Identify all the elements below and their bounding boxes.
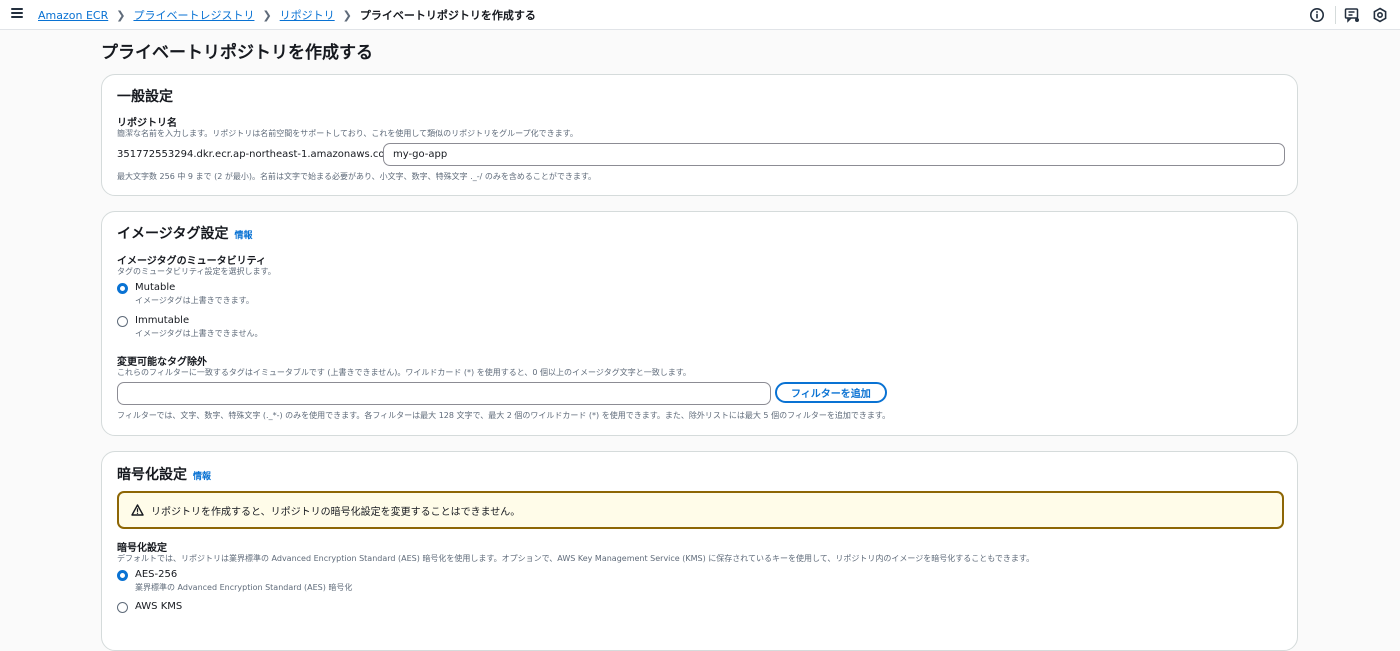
feedback-icon[interactable] xyxy=(1344,7,1360,23)
breadcrumb-private-registry[interactable]: プライベートレジストリ xyxy=(133,7,254,23)
general-settings-title: 一般設定 xyxy=(117,86,173,106)
tag-filter-input[interactable] xyxy=(117,382,771,405)
divider xyxy=(1335,6,1336,24)
radio-button-immutable[interactable] xyxy=(117,316,128,327)
breadcrumb: Amazon ECR ❯ プライベートレジストリ ❯ リポジトリ ❯ プライベー… xyxy=(38,7,536,23)
repository-name-hint: 最大文字数 256 中 9 まで (2 が最小)。名前は文字で始まる必要があり、… xyxy=(117,172,597,181)
tag-exclusion-label: 変更可能なタグ除外 xyxy=(117,357,207,368)
image-tag-settings-heading: イメージタグ設定 xyxy=(117,226,229,242)
radio-label-aes-256: AES-256 xyxy=(135,569,178,580)
page-title: プライベートリポジトリを作成する xyxy=(101,43,373,63)
repository-name-description: 簡潔な名前を入力します。リポジトリは名前空間をサポートしており、これを使用して類… xyxy=(117,129,578,138)
radio-label-mutable: Mutable xyxy=(135,282,176,293)
repository-name-input[interactable]: my-go-app xyxy=(383,143,1285,166)
radio-aws-kms[interactable]: AWS KMS xyxy=(117,601,182,613)
radio-button-aes-256[interactable] xyxy=(117,570,128,581)
image-tag-settings-card: イメージタグ設定 情報 イメージタグのミュータビリティ タグのミュータビリティ設… xyxy=(101,211,1298,436)
general-settings-heading: 一般設定 xyxy=(117,89,173,105)
radio-desc-aes-256: 業界標準の Advanced Encryption Standard (AES)… xyxy=(135,583,353,592)
encryption-settings-heading: 暗号化設定 xyxy=(117,467,187,483)
chevron-right-icon: ❯ xyxy=(262,8,272,22)
encryption-warning-alert: リポジトリを作成すると、リポジトリの暗号化設定を変更することはできません。 xyxy=(117,491,1284,529)
radio-label-aws-kms: AWS KMS xyxy=(135,601,183,612)
repository-uri-prefix: 351772553294.dkr.ecr.ap-northeast-1.amaz… xyxy=(117,149,398,160)
breadcrumb-amazon-ecr[interactable]: Amazon ECR xyxy=(38,9,108,22)
add-filter-button[interactable]: フィルターを追加 xyxy=(775,382,887,403)
chevron-right-icon: ❯ xyxy=(342,8,352,22)
radio-aes-256[interactable]: AES-256 業界標準の Advanced Encryption Standa… xyxy=(117,569,352,593)
warning-icon xyxy=(131,504,144,516)
encryption-settings-card: 暗号化設定 情報 リポジトリを作成すると、リポジトリの暗号化設定を変更することは… xyxy=(101,451,1298,651)
tag-exclusion-description: これらのフィルターに一致するタグはイミュータブルです (上書きできません)。ワイ… xyxy=(117,368,691,377)
radio-immutable[interactable]: Immutable イメージタグは上書きできません。 xyxy=(117,315,262,339)
radio-mutable[interactable]: Mutable イメージタグは上書きできます。 xyxy=(117,282,254,306)
breadcrumb-current: プライベートリポジトリを作成する xyxy=(359,9,536,22)
repository-name-label: リポジトリ名 xyxy=(117,118,177,129)
tag-filter-hint: フィルターでは、文字、数字、特殊文字 (._*-) のみを使用できます。各フィル… xyxy=(117,411,891,420)
encryption-description: デフォルトでは、リポジトリは業界標準の Advanced Encryption … xyxy=(117,554,1035,563)
image-tag-settings-title: イメージタグ設定 情報 xyxy=(117,223,252,243)
encryption-label: 暗号化設定 xyxy=(117,543,167,554)
info-circle-icon[interactable] xyxy=(1309,7,1325,23)
settings-icon[interactable] xyxy=(1372,7,1388,23)
radio-desc-immutable: イメージタグは上書きできません。 xyxy=(135,329,263,338)
menu-icon[interactable] xyxy=(11,8,23,18)
chevron-right-icon: ❯ xyxy=(116,8,126,22)
radio-label-immutable: Immutable xyxy=(135,315,190,326)
radio-button-mutable[interactable] xyxy=(117,283,128,294)
encryption-settings-title: 暗号化設定 情報 xyxy=(117,464,211,484)
breadcrumb-repositories[interactable]: リポジトリ xyxy=(280,7,335,23)
encryption-info-link[interactable]: 情報 xyxy=(193,469,211,482)
radio-desc-mutable: イメージタグは上書きできます。 xyxy=(135,296,254,305)
image-tag-info-link[interactable]: 情報 xyxy=(234,228,252,241)
general-settings-card: 一般設定 リポジトリ名 簡潔な名前を入力します。リポジトリは名前空間をサポートし… xyxy=(101,74,1298,196)
tag-mutability-label: イメージタグのミュータビリティ xyxy=(117,256,266,267)
encryption-warning-text: リポジトリを作成すると、リポジトリの暗号化設定を変更することはできません。 xyxy=(151,506,521,518)
top-navigation: Amazon ECR ❯ プライベートレジストリ ❯ リポジトリ ❯ プライベー… xyxy=(0,0,1400,30)
tag-mutability-description: タグのミュータビリティ設定を選択します。 xyxy=(117,267,276,276)
